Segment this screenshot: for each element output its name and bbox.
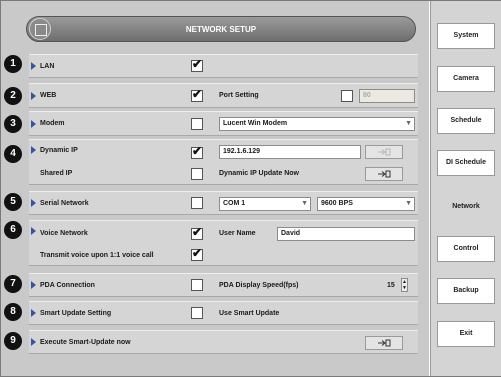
check-icon: ✔	[192, 87, 203, 101]
row-arrow-icon	[31, 120, 36, 128]
smart-update-checkbox[interactable]	[191, 307, 203, 319]
main-panel: NETWORK SETUP 1 2 3 4 5 6 7 8 9 LAN ✔ WE…	[1, 1, 429, 376]
pda-speed-value[interactable]: 15	[387, 282, 395, 289]
header-bar: NETWORK SETUP	[26, 16, 416, 42]
apply-arrow-icon	[378, 170, 391, 178]
page-title: NETWORK SETUP	[185, 25, 257, 34]
modem-label: Modem	[40, 120, 65, 127]
row-serial-network: Serial Network COM 1 ▼ 9600 BPS ▼	[29, 191, 418, 215]
transmit-voice-label: Transmit voice upon 1:1 voice call	[40, 252, 154, 259]
nav-di-schedule-button[interactable]: DI Schedule	[437, 150, 495, 176]
nav-system-button[interactable]: System	[437, 23, 495, 49]
nav-network-button[interactable]: Network	[437, 194, 495, 220]
row-pda-connection: PDA Connection PDA Display Speed(fps) 15…	[29, 273, 418, 297]
row-arrow-icon	[31, 199, 36, 207]
port-setting-checkbox[interactable]	[341, 90, 353, 102]
transmit-voice-checkbox[interactable]: ✔	[191, 246, 203, 261]
row-arrow-icon	[31, 146, 36, 154]
modem-checkbox[interactable]	[191, 118, 203, 130]
row-modem: Modem Lucent Win Modem ▼	[29, 111, 418, 136]
row-arrow-icon	[31, 92, 36, 100]
dynamic-ip-label: Dynamic IP	[40, 147, 78, 154]
check-icon: ✔	[192, 144, 203, 158]
pda-speed-stepper[interactable]: ▲ ▼	[401, 278, 408, 292]
voice-network-label: Voice Network	[40, 230, 88, 237]
row-lan: LAN ✔	[29, 54, 418, 78]
dynamic-ip-field[interactable]: 192.1.6.129	[219, 145, 361, 159]
baud-rate-value: 9600 BPS	[321, 200, 353, 207]
user-name-field[interactable]: David	[277, 227, 415, 241]
row-number-9: 9	[4, 332, 22, 350]
row-number-4: 4	[4, 145, 22, 163]
pda-connection-label: PDA Connection	[40, 282, 95, 289]
row-smart-update: Smart Update Setting Use Smart Update	[29, 301, 418, 325]
check-icon: ✔	[192, 246, 203, 260]
nav-backup-button[interactable]: Backup	[437, 278, 495, 304]
baud-rate-select[interactable]: 9600 BPS ▼	[317, 197, 415, 211]
execute-smart-update-label: Execute Smart-Update now	[40, 339, 131, 346]
row-number-5: 5	[4, 193, 22, 211]
lan-checkbox[interactable]: ✔	[191, 57, 203, 72]
row-dynamic-ip: Dynamic IP ✔ 192.1.6.129 Shared IP Dynam…	[29, 139, 418, 185]
nav-exit-button[interactable]: Exit	[437, 321, 495, 347]
row-number-2: 2	[4, 87, 22, 105]
dynamic-ip-apply-button[interactable]	[365, 145, 403, 159]
shared-ip-label: Shared IP	[40, 170, 73, 177]
pda-speed-label: PDA Display Speed(fps)	[219, 282, 299, 289]
user-name-label: User Name	[219, 230, 256, 237]
check-icon: ✔	[192, 57, 203, 71]
row-arrow-icon	[31, 281, 36, 289]
row-arrow-icon	[31, 227, 36, 235]
sidebar-nav: System Camera Schedule DI Schedule Netwo…	[430, 1, 501, 376]
dynamic-ip-checkbox[interactable]: ✔	[191, 144, 203, 159]
apply-arrow-icon	[378, 339, 391, 347]
web-label: WEB	[40, 92, 57, 99]
serial-network-checkbox[interactable]	[191, 197, 203, 209]
serial-port-value: COM 1	[223, 200, 246, 207]
spin-down-icon[interactable]: ▼	[402, 285, 407, 291]
row-number-8: 8	[4, 303, 22, 321]
row-execute-smart-update: Execute Smart-Update now	[29, 330, 418, 354]
dynamic-ip-update-button[interactable]	[365, 167, 403, 181]
voice-network-checkbox[interactable]: ✔	[191, 225, 203, 240]
row-voice-network: Voice Network ✔ User Name David Transmit…	[29, 220, 418, 266]
row-number-7: 7	[4, 275, 22, 293]
web-checkbox[interactable]: ✔	[191, 87, 203, 102]
serial-network-label: Serial Network	[40, 200, 89, 207]
pda-connection-checkbox[interactable]	[191, 279, 203, 291]
chevron-down-icon: ▼	[301, 200, 308, 207]
row-number-1: 1	[4, 55, 22, 73]
row-arrow-icon	[31, 338, 36, 346]
smart-update-label: Smart Update Setting	[40, 310, 112, 317]
row-web: WEB ✔ Port Setting 80	[29, 83, 418, 108]
nav-schedule-button[interactable]: Schedule	[437, 108, 495, 134]
port-setting-label: Port Setting	[219, 92, 259, 99]
serial-port-select[interactable]: COM 1 ▼	[219, 197, 311, 211]
shared-ip-checkbox[interactable]	[191, 168, 203, 180]
use-smart-update-label: Use Smart Update	[219, 310, 280, 317]
chevron-down-icon: ▼	[405, 120, 412, 127]
chevron-down-icon: ▼	[405, 200, 412, 207]
nav-camera-button[interactable]: Camera	[437, 66, 495, 92]
check-icon: ✔	[192, 225, 203, 239]
row-arrow-icon	[31, 309, 36, 317]
port-field[interactable]: 80	[359, 89, 415, 103]
lan-label: LAN	[40, 63, 55, 70]
row-number-3: 3	[4, 115, 22, 133]
row-number-6: 6	[4, 221, 22, 239]
modem-select-value: Lucent Win Modem	[223, 120, 288, 127]
nav-control-button[interactable]: Control	[437, 236, 495, 262]
execute-smart-update-button[interactable]	[365, 336, 403, 350]
row-arrow-icon	[31, 62, 36, 70]
modem-select[interactable]: Lucent Win Modem ▼	[219, 117, 415, 131]
dynamic-ip-update-label: Dynamic IP Update Now	[219, 170, 300, 177]
apply-arrow-icon	[378, 148, 391, 156]
